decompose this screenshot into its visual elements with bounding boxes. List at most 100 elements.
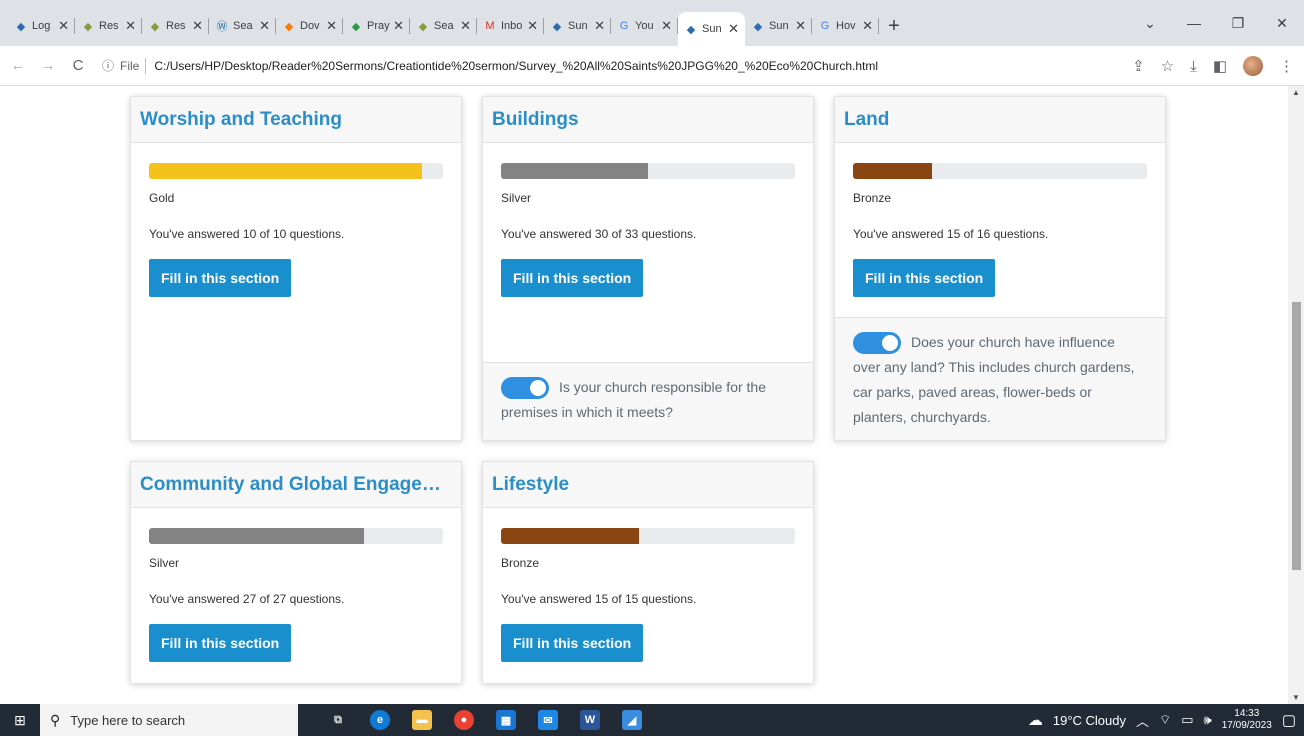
menu-icon[interactable]: ⋮ [1279,57,1294,75]
mail-icon[interactable]: ✉ [538,710,558,730]
search-icon: ⚲ [50,711,61,728]
tab-close-icon[interactable]: ✕ [393,18,404,34]
tab-title: Sea [233,20,253,32]
windows-taskbar: ⊞ ⚲ Type here to search ⧉ e ▬ ● ▦ ✉ W ◢ … [0,704,1304,736]
tab-search-icon[interactable]: ⌄ [1128,15,1172,32]
browser-tab[interactable]: ◆ Sun ✕ [678,12,745,46]
survey-icon: ◆ [686,23,696,36]
restore-button[interactable]: ❐ [1216,15,1260,32]
file-explorer-icon[interactable]: ▬ [412,710,432,730]
network-icon[interactable]: ⌔ [1159,712,1171,728]
browser-tab[interactable]: ◆ Log ✕ [8,12,75,40]
url-text[interactable]: C:/Users/HP/Desktop/Reader%20Sermons/Cre… [154,59,878,73]
browser-tab[interactable]: ◆ Res ✕ [75,12,142,40]
browser-toolbar: ← → C ⓘ File C:/Users/HP/Desktop/Reader%… [0,46,1304,86]
address-bar[interactable]: ⓘ File C:/Users/HP/Desktop/Reader%20Serm… [102,51,878,81]
scroll-down-icon[interactable]: ▼ [1288,693,1304,702]
side-panel-icon[interactable]: ◧ [1213,57,1227,75]
notifications-icon[interactable]: ▢ [1282,711,1296,729]
taskbar-search[interactable]: ⚲ Type here to search [40,704,298,736]
task-view-icon[interactable]: ⧉ [328,710,348,730]
battery-icon[interactable]: ▭ [1181,712,1193,728]
scroll-up-icon[interactable]: ▲ [1288,88,1304,97]
browser-tab[interactable]: ◆ Dov ✕ [276,12,343,40]
reload-icon[interactable]: C [66,57,90,74]
profile-avatar[interactable] [1243,56,1263,76]
toolbar-actions: ⇪ ☆ ⤓ ◧ ⋮ [1132,46,1294,86]
vertical-scrollbar[interactable]: ▲ ▼ [1288,86,1304,704]
card-title: Community and Global Engagement [140,473,452,495]
browser-tab[interactable]: ◆ Pray ✕ [343,12,410,40]
wordpress-icon: Ⓦ [216,21,228,33]
tab-close-icon[interactable]: ✕ [527,18,538,34]
progress-fill [149,528,364,544]
edge-icon[interactable]: e [370,710,390,730]
fill-in-section-button[interactable]: Fill in this section [149,259,292,297]
progress-bar [149,163,443,179]
browser-tab[interactable]: ◆ Res ✕ [142,12,209,40]
section-card-worship: Worship and Teaching Gold You've answere… [130,96,462,441]
tab-close-icon[interactable]: ✕ [125,18,136,34]
progress-bar [853,163,1147,179]
card-body: Bronze You've answered 15 of 15 question… [483,508,813,662]
new-tab-button[interactable]: + [879,15,909,38]
tab-close-icon[interactable]: ✕ [58,18,69,34]
back-icon[interactable]: ← [6,57,30,74]
fill-in-section-button[interactable]: Fill in this section [501,624,644,662]
minimize-button[interactable]: — [1172,15,1216,31]
fill-in-section-button[interactable]: Fill in this section [853,259,996,297]
ecochurch-icon: ◆ [418,20,428,33]
tab-close-icon[interactable]: ✕ [862,18,873,34]
award-level: Silver [149,556,180,570]
tab-close-icon[interactable]: ✕ [728,21,739,37]
tab-close-icon[interactable]: ✕ [594,18,605,34]
progress-bar [501,163,795,179]
card-title: Lifestyle [492,473,570,495]
browser-tab[interactable]: Ⓦ Sea ✕ [209,12,276,40]
tab-close-icon[interactable]: ✕ [192,18,203,34]
card-header: Worship and Teaching [131,97,461,143]
share-icon[interactable]: ⇪ [1132,57,1145,75]
browser-tab[interactable]: ◆ Sun ✕ [745,12,812,40]
tab-close-icon[interactable]: ✕ [259,18,270,34]
browser-tab[interactable]: M Inbo ✕ [477,12,544,40]
gmail-icon: M [485,20,495,32]
tab-close-icon[interactable]: ✕ [326,18,337,34]
word-icon[interactable]: W [580,710,600,730]
clock[interactable]: 14:33 17/09/2023 [1222,708,1272,732]
premises-toggle[interactable] [501,377,549,400]
tab-close-icon[interactable]: ✕ [460,18,471,34]
section-card-lifestyle: Lifestyle Bronze You've answered 15 of 1… [482,461,814,684]
download-icon[interactable]: ⤓ [1190,58,1197,75]
tab-title: Res [166,20,186,32]
browser-tab[interactable]: ◆ Sea ✕ [410,12,477,40]
land-toggle[interactable] [853,332,901,355]
close-window-button[interactable]: ✕ [1260,15,1304,32]
chrome-icon[interactable]: ● [454,710,474,730]
photos-icon[interactable]: ◢ [622,710,642,730]
answered-count: You've answered 27 of 27 questions. [149,592,345,606]
award-level: Bronze [501,556,540,570]
bookmark-star-icon[interactable]: ☆ [1161,57,1174,75]
fill-in-section-button[interactable]: Fill in this section [501,259,644,297]
browser-tab[interactable]: G Hov ✕ [812,12,879,40]
award-level: Bronze [853,191,892,205]
window-controls: ⌄ — ❐ ✕ [1128,0,1304,46]
tray-chevron-icon[interactable]: ︿ [1136,711,1149,730]
tab-close-icon[interactable]: ✕ [795,18,806,34]
windows-start-icon[interactable]: ⊞ [0,712,40,729]
tab-title: You [635,20,654,32]
browser-tab[interactable]: ◆ Sun ✕ [544,12,611,40]
ecochurch-icon: ◆ [83,20,93,33]
fill-in-section-button[interactable]: Fill in this section [149,624,292,662]
volume-icon[interactable]: 🕪 [1204,712,1212,728]
tab-close-icon[interactable]: ✕ [661,18,672,34]
answered-count: You've answered 15 of 16 questions. [853,227,1049,241]
store-icon[interactable]: ▦ [496,710,516,730]
scrollbar-thumb[interactable] [1292,302,1301,570]
info-icon[interactable]: ⓘ [102,57,114,74]
weather-text[interactable]: 19°C Cloudy [1053,713,1126,728]
taskbar-apps: ⧉ e ▬ ● ▦ ✉ W ◢ [328,710,642,730]
forward-icon[interactable]: → [36,57,60,74]
browser-tab[interactable]: G You ✕ [611,12,678,40]
